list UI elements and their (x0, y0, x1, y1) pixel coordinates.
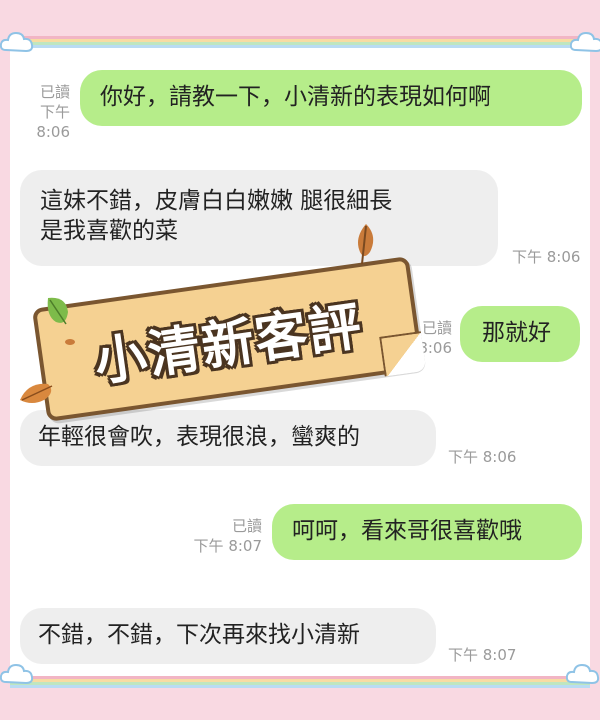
message-text: 那就好 (482, 320, 551, 346)
read-receipt: 已讀 (231, 517, 262, 535)
leaf-icon (358, 224, 374, 265)
chat-bubble-incoming[interactable]: 年輕很會吹，表現很浪，蠻爽的 (20, 410, 436, 466)
screenshot: { "banner": { "title": "小清新客評" }, "messa… (0, 0, 600, 720)
message-text: 年輕很會吹，表現很浪，蠻爽的 (38, 424, 360, 450)
chat-bubble-outgoing[interactable]: 你好，請教一下，小清新的表現如何啊 (80, 70, 582, 126)
leaf-icon (47, 297, 68, 325)
rainbow-border-top (10, 36, 590, 48)
message-time: 下午 8:07 (448, 646, 517, 664)
message-text: 呵呵，看來哥很喜歡哦 (292, 518, 522, 544)
cloud-icon (566, 663, 600, 685)
chat-bubble-incoming[interactable]: 不錯，不錯，下次再來找小清新 (20, 608, 436, 664)
paper-curl (379, 331, 427, 377)
read-receipt: 已讀 (39, 83, 70, 101)
message-time: 下午 8:06 (36, 103, 70, 141)
message-time: 下午 8:06 (512, 248, 581, 266)
message-text: 不錯，不錯，下次再來找小清新 (38, 622, 360, 648)
cloud-icon (570, 31, 600, 53)
cloud-icon (0, 663, 34, 685)
chat-bubble-outgoing[interactable]: 呵呵，看來哥很喜歡哦 (272, 504, 582, 560)
message-meta: 已讀 下午 8:07 (186, 516, 262, 556)
chat-bubble-incoming[interactable]: 這妹不錯，皮膚白白嫩嫩 腿很細長 是我喜歡的菜 (20, 170, 498, 266)
message-meta: 已讀 下午 8:06 (2, 82, 70, 142)
message-text: 你好，請教一下，小清新的表現如何啊 (100, 84, 491, 110)
message-time: 下午 8:06 (448, 448, 517, 466)
rainbow-border-bottom (10, 676, 590, 688)
message-text-line: 是我喜歡的菜 (40, 218, 178, 244)
message-time: 下午 8:07 (193, 537, 262, 555)
cloud-icon (0, 31, 34, 53)
leaf-icon (65, 339, 75, 345)
message-text-line: 這妹不錯，皮膚白白嫩嫩 腿很細長 (40, 188, 393, 214)
leaf-icon (20, 383, 53, 403)
chat-bubble-outgoing[interactable]: 那就好 (460, 306, 580, 362)
